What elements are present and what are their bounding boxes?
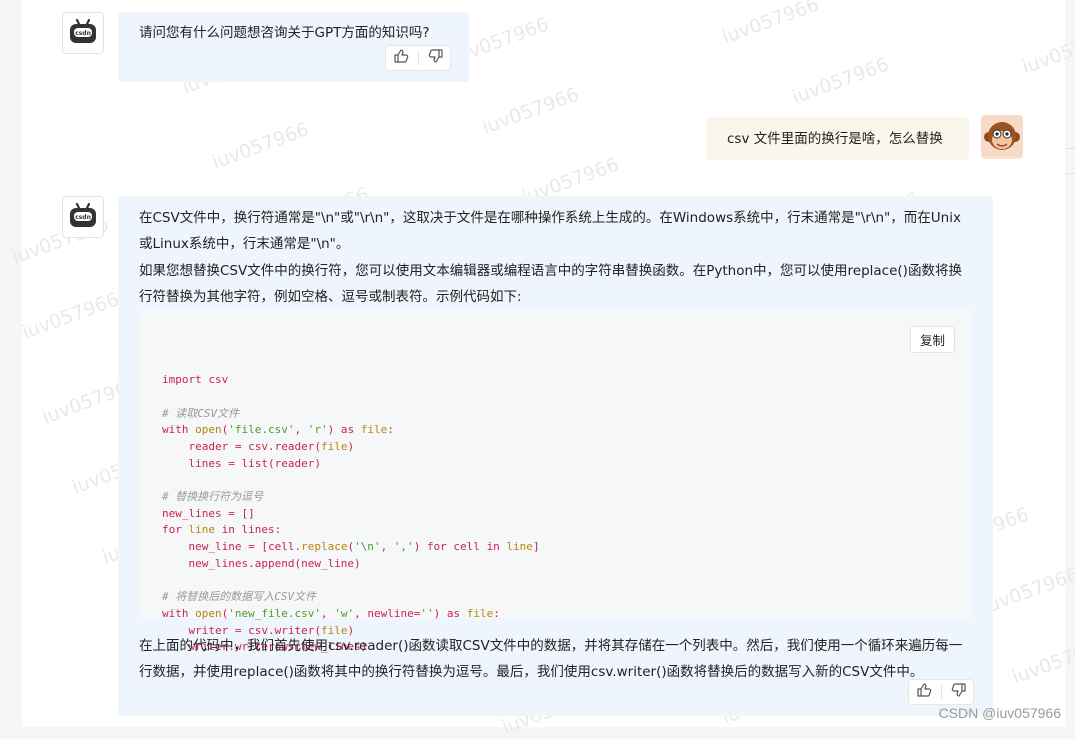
thumbs-up-icon (393, 48, 409, 68)
footer-watermark: CSDN @iuv057966 (938, 705, 1061, 721)
code-line: # 替换换行符为逗号 (162, 490, 264, 504)
answer-closing: 在上面的代码中，我们首先使用csv.reader()函数读取CSV文件中的数据，… (139, 633, 974, 685)
code-line: ​ (162, 573, 947, 590)
code-line: with open('file.csv', 'r') as file: (162, 423, 394, 437)
thumbs-down-icon (951, 682, 967, 702)
user-avatar (981, 115, 1023, 161)
thumbs-up-button[interactable] (912, 681, 936, 703)
bot-message-2: 在CSV文件中，换行符通常是"\n"或"\r\n"，这取决于文件是在哪种操作系统… (118, 196, 993, 716)
thumbs-up-button[interactable] (389, 47, 413, 69)
thumbs-down-button[interactable] (947, 681, 971, 703)
code-lines: import csv​# 读取CSV文件with open('file.csv'… (162, 372, 947, 656)
copy-code-button[interactable]: 复制 (909, 326, 955, 353)
code-line: for line in lines: (162, 523, 282, 537)
svg-text:csdn: csdn (75, 214, 91, 221)
bot-avatar-2: csdn (62, 196, 104, 238)
code-line: lines = list(reader) (162, 456, 321, 470)
bot-avatar: csdn (62, 12, 104, 54)
code-line: import csv (162, 373, 229, 387)
code-line: ​ (162, 389, 947, 406)
answer-paragraph-3: 在上面的代码中，我们首先使用csv.reader()函数读取CSV文件中的数据，… (139, 638, 963, 680)
code-line: new_line = [cell.replace('\n', ',') for … (162, 540, 540, 554)
code-line: new_lines.append(new_line) (162, 556, 361, 570)
bot-message-1-text: 请问您有什么问题想咨询关于GPT方面的知识吗? (139, 25, 430, 41)
code-line: new_lines = [] (162, 506, 255, 520)
feedback-group-1 (385, 45, 451, 71)
robot-icon: csdn (68, 17, 98, 49)
code-block[interactable]: 复制 import csv​# 读取CSV文件with open('file.c… (138, 310, 971, 653)
monkey-avatar-icon (981, 115, 1023, 161)
code-line: with open('new_file.csv', 'w', newline='… (162, 606, 500, 620)
user-message-text: csv 文件里面的换行是啥，怎么替换 (727, 131, 943, 147)
bot-message-2-body: 在CSV文件中，换行符通常是"\n"或"\r\n"，这取决于文件是在哪种操作系统… (139, 205, 974, 310)
feedback-divider (417, 51, 419, 65)
bot-message-1: 请问您有什么问题想咨询关于GPT方面的知识吗? (118, 12, 469, 82)
feedback-group-2 (908, 679, 974, 705)
thumbs-up-icon (916, 682, 932, 702)
thumbs-down-icon (428, 48, 444, 68)
answer-paragraph-2: 如果您想替换CSV文件中的换行符，您可以使用文本编辑器或编程语言中的字符串替换函… (139, 263, 962, 305)
svg-text:csdn: csdn (75, 30, 91, 37)
code-line: # 读取CSV文件 (162, 406, 240, 420)
robot-icon: csdn (68, 201, 98, 233)
thumbs-down-button[interactable] (424, 47, 448, 69)
side-divider (1066, 148, 1075, 174)
code-line: # 将替换后的数据写入CSV文件 (162, 590, 317, 604)
feedback-divider (940, 685, 942, 699)
code-line: ​ (162, 472, 947, 489)
code-line: reader = csv.reader(file) (162, 439, 355, 453)
answer-paragraph-1: 在CSV文件中，换行符通常是"\n"或"\r\n"，这取决于文件是在哪种操作系统… (139, 210, 961, 252)
user-message: csv 文件里面的换行是啥，怎么替换 (706, 117, 969, 160)
